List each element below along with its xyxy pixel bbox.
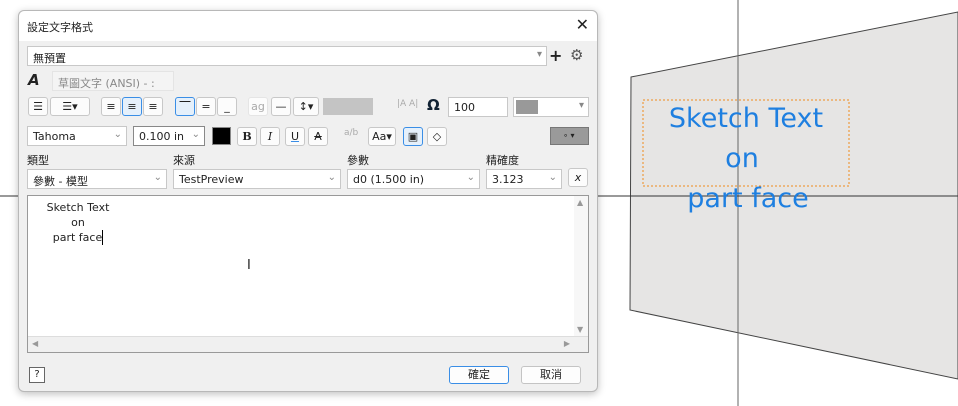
width-scale-value: 100	[454, 101, 475, 114]
type-label: 類型	[27, 154, 49, 167]
fill-button[interactable]: ◇	[427, 127, 447, 146]
text-style-select[interactable]: 草圖文字 (ANSI) - :	[52, 71, 174, 91]
font-value: Tahoma	[33, 130, 76, 143]
font-size-select[interactable]: 0.100 in ⌄	[133, 126, 205, 146]
gear-icon[interactable]: ⚙	[570, 46, 583, 64]
insert-parameter-button[interactable]: x	[568, 168, 588, 187]
ok-button[interactable]: 確定	[449, 366, 509, 384]
background-color-select[interactable]: ∘ ▾	[550, 127, 589, 145]
chevron-down-icon: ▾	[536, 49, 542, 60]
align-top-button[interactable]: ⎺	[175, 97, 195, 116]
text-editor[interactable]: Sketch Text on part face I ▲ ▼ ◀ ▶	[27, 195, 589, 353]
chevron-down-icon: ⌄	[153, 172, 162, 183]
precision-label: 精確度	[486, 154, 519, 167]
bullet-list-button[interactable]: ☰	[28, 97, 48, 116]
underline-button[interactable]: U	[285, 127, 305, 146]
type-select[interactable]: 參數 - 模型 ⌄	[27, 169, 167, 189]
case-button[interactable]: Aa▾	[368, 127, 396, 146]
strikethrough-button[interactable]: A	[308, 127, 328, 146]
baseline-button[interactable]: ag	[248, 97, 268, 116]
dialog-title: 設定文字格式	[27, 21, 93, 34]
chevron-down-icon: ⌄	[327, 172, 336, 183]
highlight-color-select[interactable]: ▾	[513, 97, 589, 117]
title-bar: 設定文字格式 ✕	[19, 11, 597, 41]
align-right-button[interactable]: ≡	[143, 97, 163, 116]
bold-button[interactable]: B	[237, 127, 257, 146]
horizontal-scrollbar[interactable]: ◀ ▶	[28, 336, 588, 352]
text-color-swatch[interactable]	[212, 127, 231, 145]
editor-line: on	[71, 216, 85, 229]
chevron-down-icon: ⌄	[113, 129, 122, 140]
vertical-scrollbar[interactable]: ▲ ▼	[574, 196, 588, 336]
precision-value: 3.123	[492, 173, 524, 186]
parameter-select[interactable]: d0 (1.500 in) ⌄	[347, 169, 480, 189]
type-value: 參數 - 模型	[33, 175, 88, 188]
line-button[interactable]: —	[271, 97, 291, 116]
text-frame-button[interactable]: ▣	[403, 127, 423, 146]
format-text-dialog: 設定文字格式 ✕ 無預置 ▾ + ⚙ A 草圖文字 (ANSI) - : ☰ ☰…	[18, 10, 598, 392]
sketch-text-line-3: part face	[687, 183, 808, 214]
help-icon[interactable]: ?	[29, 367, 45, 383]
source-label: 來源	[173, 154, 195, 167]
text-cursor-icon: I	[247, 258, 251, 273]
text-style-value: 草圖文字 (ANSI) - :	[58, 77, 155, 90]
close-icon[interactable]: ✕	[576, 15, 589, 34]
style-preset-select[interactable]: 無預置 ▾	[27, 46, 547, 66]
style-preset-value: 無預置	[33, 52, 66, 65]
line-spacing-button[interactable]: ↕▾	[293, 97, 319, 116]
editor-content[interactable]: Sketch Text on part face	[38, 200, 118, 245]
editor-line: part face	[52, 230, 104, 245]
char-spacing-icon: |A A|	[397, 99, 419, 109]
sketch-text-line-1: Sketch Text	[669, 103, 823, 134]
add-icon[interactable]: +	[549, 46, 562, 65]
source-select[interactable]: TestPreview ⌄	[173, 169, 341, 189]
align-bottom-button[interactable]: _	[217, 97, 237, 116]
width-scale-icon: Ω	[427, 96, 440, 114]
precision-select[interactable]: 3.123 ⌄	[486, 169, 562, 189]
chevron-down-icon: ▾	[578, 100, 584, 111]
stack-icon: a/b	[344, 128, 359, 138]
chevron-down-icon: ⌄	[548, 172, 557, 183]
align-center-button[interactable]: ≡	[122, 97, 142, 116]
align-middle-button[interactable]: =	[196, 97, 216, 116]
parameter-label: 參數	[347, 154, 369, 167]
text-style-icon: A	[28, 71, 40, 89]
numbered-list-button[interactable]: ☰▾	[50, 97, 90, 116]
italic-button[interactable]: I	[260, 127, 280, 146]
chevron-down-icon: ⌄	[191, 129, 200, 140]
chevron-down-icon: ⌄	[466, 172, 475, 183]
parameter-value: d0 (1.500 in)	[353, 173, 425, 186]
font-size-value: 0.100 in	[139, 130, 185, 143]
font-select[interactable]: Tahoma ⌄	[27, 126, 127, 146]
source-value: TestPreview	[179, 173, 244, 186]
align-left-button[interactable]: ≡	[101, 97, 121, 116]
editor-line: Sketch Text	[46, 201, 110, 214]
cancel-button[interactable]: 取消	[521, 366, 581, 384]
line-spacing-value[interactable]	[323, 98, 373, 115]
sketch-text-line-2: on	[725, 143, 759, 174]
width-scale-input[interactable]: 100	[448, 97, 508, 117]
